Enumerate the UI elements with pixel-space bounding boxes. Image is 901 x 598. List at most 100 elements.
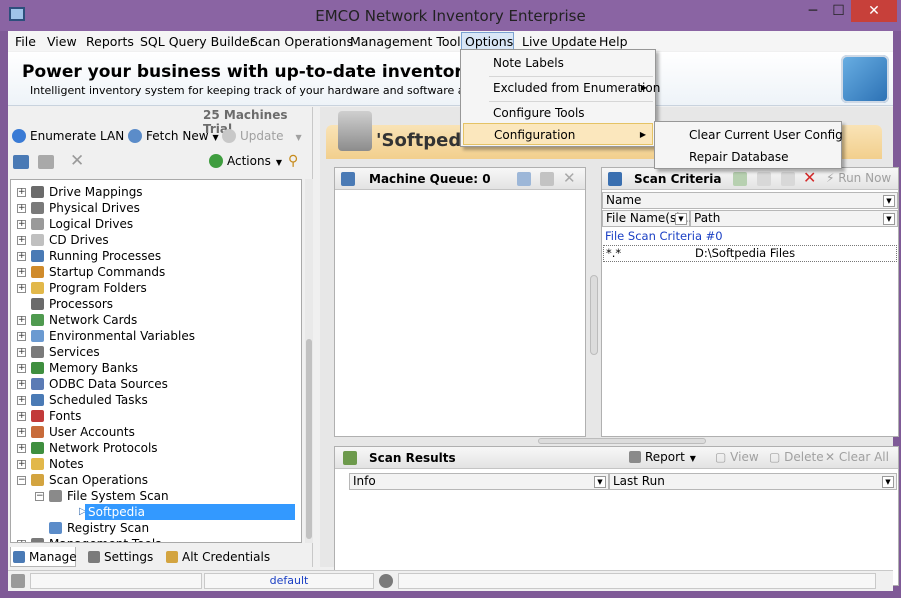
expand-icon[interactable]: +: [17, 236, 26, 245]
chevron-down-icon[interactable]: ▼: [883, 213, 895, 225]
add-machine-icon[interactable]: [13, 155, 29, 169]
tree-item[interactable]: + User Accounts: [11, 424, 301, 440]
menu-item-note-labels[interactable]: Note Labels: [463, 52, 653, 74]
expand-icon[interactable]: +: [17, 380, 26, 389]
tab-settings[interactable]: Settings: [86, 547, 153, 567]
vertical-splitter[interactable]: [590, 275, 598, 355]
menu-item-configure-tools[interactable]: Configure Tools: [463, 102, 653, 124]
delete-icon[interactable]: ✕: [70, 151, 84, 171]
expand-icon[interactable]: +: [17, 268, 26, 277]
tree-item[interactable]: − File System Scan: [11, 488, 301, 504]
expand-icon[interactable]: +: [17, 396, 26, 405]
tree-item[interactable]: + Services: [11, 344, 301, 360]
criteria-row[interactable]: *.* D:\Softpedia Files: [603, 245, 897, 262]
edit-criteria-icon[interactable]: [757, 172, 771, 186]
search-icon[interactable]: ⚲: [288, 153, 298, 169]
chevron-down-icon[interactable]: ▼: [883, 195, 895, 207]
tree-item[interactable]: + Logical Drives: [11, 216, 301, 232]
delete-button[interactable]: ▢ Delete: [769, 450, 824, 464]
menu-management-tools[interactable]: Management Tools: [347, 33, 470, 50]
menu-scan-operations[interactable]: Scan Operations: [247, 33, 356, 50]
expand-icon[interactable]: +: [17, 444, 26, 453]
menu-item-repair-database[interactable]: Repair Database: [657, 146, 839, 168]
update-button[interactable]: Update ▼: [222, 126, 302, 146]
expand-icon[interactable]: +: [17, 428, 26, 437]
tree-item[interactable]: + Environmental Variables: [11, 328, 301, 344]
tree-item[interactable]: + Network Protocols: [11, 440, 301, 456]
add-criteria-icon[interactable]: [733, 172, 747, 186]
expand-icon[interactable]: +: [17, 220, 26, 229]
name-column-header[interactable]: Name ▼: [602, 192, 898, 209]
tree-item[interactable]: Processors: [11, 296, 301, 312]
horizontal-splitter[interactable]: [538, 438, 706, 444]
menu-item-clear-user-config[interactable]: Clear Current User Config: [657, 124, 843, 146]
expand-icon[interactable]: +: [17, 204, 26, 213]
fetch-new-button[interactable]: Fetch New ▼: [128, 126, 219, 146]
expand-icon[interactable]: +: [17, 348, 26, 357]
actions-button[interactable]: Actions ▼: [209, 151, 282, 171]
menu-live-update[interactable]: Live Update: [519, 33, 600, 50]
expand-icon[interactable]: +: [17, 364, 26, 373]
menu-view[interactable]: View: [44, 33, 80, 50]
minimize-button[interactable]: ─: [800, 0, 826, 22]
enumerate-lan-button[interactable]: Enumerate LAN▼: [12, 126, 134, 146]
delete-criteria-icon[interactable]: ✕: [803, 168, 816, 187]
clear-all-button[interactable]: ✕ Clear All: [825, 450, 889, 464]
tree-item[interactable]: + Running Processes: [11, 248, 301, 264]
menu-file[interactable]: File: [12, 33, 39, 50]
tree-item[interactable]: + Scheduled Tasks: [11, 392, 301, 408]
tree-item[interactable]: + Physical Drives: [11, 200, 301, 216]
chevron-down-icon[interactable]: ▼: [882, 476, 894, 488]
tree-item[interactable]: + Memory Banks: [11, 360, 301, 376]
report-button[interactable]: Report ▼: [629, 450, 696, 464]
collapse-icon[interactable]: −: [17, 476, 26, 485]
tab-manage[interactable]: Manage: [10, 547, 77, 567]
expand-icon[interactable]: +: [17, 316, 26, 325]
run-now-button[interactable]: ⚡ Run Now: [826, 171, 891, 185]
chevron-down-icon[interactable]: ▼: [594, 476, 606, 488]
menu-sql-query-builder[interactable]: SQL Query Builder: [137, 33, 258, 50]
copy-criteria-icon[interactable]: [781, 172, 795, 186]
file-names-column-header[interactable]: File Name(s)... ▼: [602, 210, 692, 227]
expand-icon[interactable]: +: [17, 540, 26, 542]
criteria-group-row[interactable]: File Scan Criteria #0: [605, 229, 723, 244]
collapse-icon[interactable]: −: [35, 492, 44, 501]
view-button[interactable]: ▢ View: [715, 450, 759, 464]
remove-machine-icon[interactable]: [38, 155, 54, 169]
expand-icon[interactable]: +: [17, 252, 26, 261]
tree-item[interactable]: + Startup Commands: [11, 264, 301, 280]
expand-icon[interactable]: +: [17, 460, 26, 469]
menu-item-configuration[interactable]: Configuration ▶: [463, 123, 653, 145]
path-column-header[interactable]: Path ▼: [690, 210, 898, 227]
remove-from-queue-icon[interactable]: [540, 172, 554, 186]
tree-item[interactable]: + Drive Mappings: [11, 184, 301, 200]
expand-icon[interactable]: +: [17, 284, 26, 293]
add-to-queue-icon[interactable]: [517, 172, 531, 186]
last-run-column-header[interactable]: Last Run ▼: [609, 473, 897, 490]
tree-item[interactable]: + Fonts: [11, 408, 301, 424]
clear-queue-icon[interactable]: ✕: [563, 169, 576, 187]
tree-item[interactable]: + Management Tools: [11, 536, 301, 542]
actions-icon: [209, 154, 223, 168]
tree-scrollbar[interactable]: [305, 179, 313, 543]
tree-scrollbar-thumb[interactable]: [306, 339, 312, 539]
tree-item[interactable]: − Scan Operations: [11, 472, 301, 488]
tree-item[interactable]: + Notes: [11, 456, 301, 472]
tab-alt-credentials[interactable]: Alt Credentials: [164, 547, 270, 567]
menu-reports[interactable]: Reports: [83, 33, 137, 50]
tree-item[interactable]: ▷ Softpedia: [11, 504, 301, 520]
close-button[interactable]: ✕: [851, 0, 897, 22]
tree-item[interactable]: + CD Drives: [11, 232, 301, 248]
menu-item-excluded[interactable]: Excluded from Enumeration ▶: [463, 77, 660, 99]
expand-icon[interactable]: +: [17, 188, 26, 197]
tree-item[interactable]: + ODBC Data Sources: [11, 376, 301, 392]
chevron-down-icon[interactable]: ▼: [675, 213, 687, 225]
menu-help[interactable]: Help: [596, 33, 631, 50]
maximize-button[interactable]: ☐: [826, 0, 851, 22]
tree-item[interactable]: + Program Folders: [11, 280, 301, 296]
expand-icon[interactable]: +: [17, 412, 26, 421]
info-column-header[interactable]: Info ▼: [349, 473, 609, 490]
tree-item[interactable]: + Network Cards: [11, 312, 301, 328]
tree-item[interactable]: Registry Scan: [11, 520, 301, 536]
expand-icon[interactable]: +: [17, 332, 26, 341]
